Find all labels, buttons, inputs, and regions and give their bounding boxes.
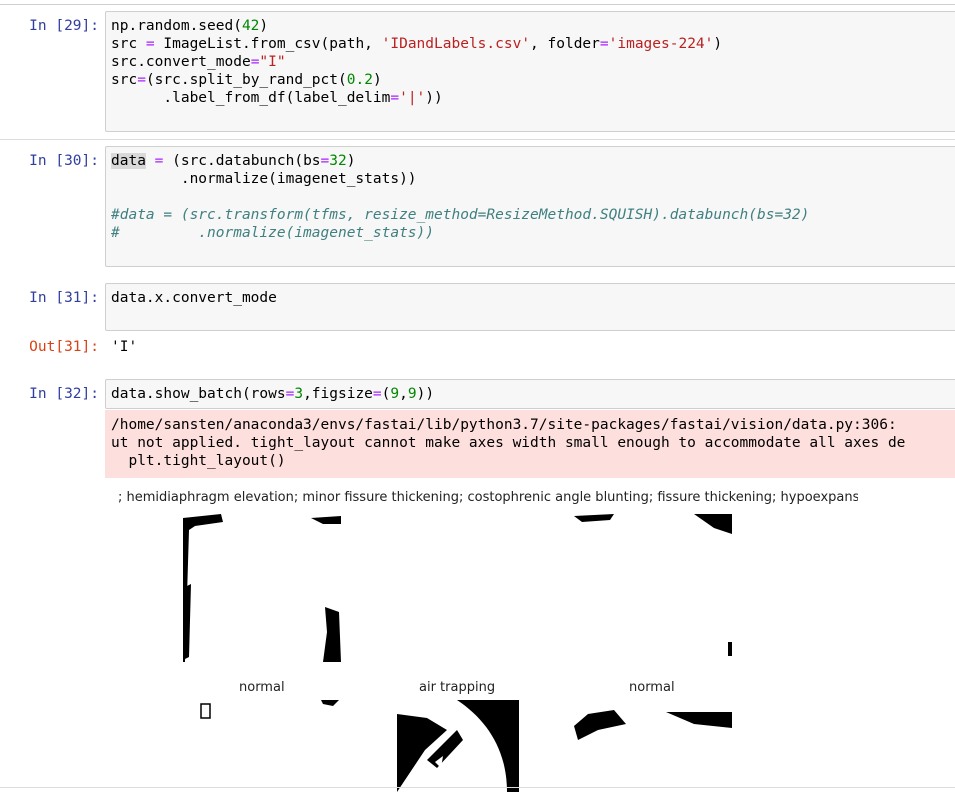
thumbnail-label: air trapping <box>419 680 496 695</box>
xray-image-5 <box>574 710 732 740</box>
xray-image-4 <box>397 700 519 792</box>
cell-31-out-prompt: Out[31]: <box>29 339 99 355</box>
xray-image-3 <box>200 700 339 719</box>
figure-top-title: ; hemidiaphragm elevation; minor fissure… <box>118 490 858 505</box>
code-line: data = (src.databunch(bs=32) <box>111 153 356 169</box>
cell-31-output: 'I' <box>111 339 138 355</box>
code-line: .normalize(imagenet_stats)) <box>111 171 417 187</box>
code-comment: #data = (src.transform(tfms, resize_meth… <box>111 207 810 223</box>
bottom-divider <box>0 787 955 788</box>
code-line: src = ImageList.from_csv(path, 'IDandLab… <box>111 36 723 52</box>
xray-thumbnail <box>183 512 341 662</box>
code-line: np.random.seed(42) <box>111 18 269 34</box>
cell-30-code[interactable]: data = (src.databunch(bs=32) .normalize(… <box>111 152 809 242</box>
xray-thumbnail <box>397 700 519 792</box>
xray-image-2 <box>574 514 732 656</box>
xray-image-1 <box>183 514 341 662</box>
cell-30-prompt: In [30]: <box>29 153 99 169</box>
top-divider <box>0 4 955 5</box>
xray-thumbnail <box>574 700 732 792</box>
cell-29-prompt: In [29]: <box>29 18 99 34</box>
code-line: src.convert_mode="I" <box>111 54 286 70</box>
cell-32-code[interactable]: data.show_batch(rows=3,figsize=(9,9)) <box>111 385 434 403</box>
cell-31-prompt: In [31]: <box>29 290 99 306</box>
stderr-output: /home/sansten/anaconda3/envs/fastai/lib/… <box>105 410 955 478</box>
stderr-text: /home/sansten/anaconda3/envs/fastai/lib/… <box>111 417 906 469</box>
cell-31-code[interactable]: data.x.convert_mode <box>111 289 277 307</box>
cell-divider <box>0 139 955 140</box>
code-line: data.show_batch(rows=3,figsize=(9,9)) <box>111 386 435 402</box>
xray-thumbnail <box>183 700 341 792</box>
cell-29-code[interactable]: np.random.seed(42) src = ImageList.from_… <box>111 17 722 107</box>
code-line: .label_from_df(label_delim='|')) <box>111 90 443 106</box>
thumbnail-label: normal <box>239 680 285 695</box>
code-comment: # .normalize(imagenet_stats)) <box>111 225 435 241</box>
code-line: src=(src.split_by_rand_pct(0.2) <box>111 72 382 88</box>
xray-thumbnail <box>574 512 732 662</box>
thumbnail-label: normal <box>629 680 675 695</box>
code-line: data.x.convert_mode <box>111 290 277 306</box>
cell-32-prompt: In [32]: <box>29 386 99 402</box>
